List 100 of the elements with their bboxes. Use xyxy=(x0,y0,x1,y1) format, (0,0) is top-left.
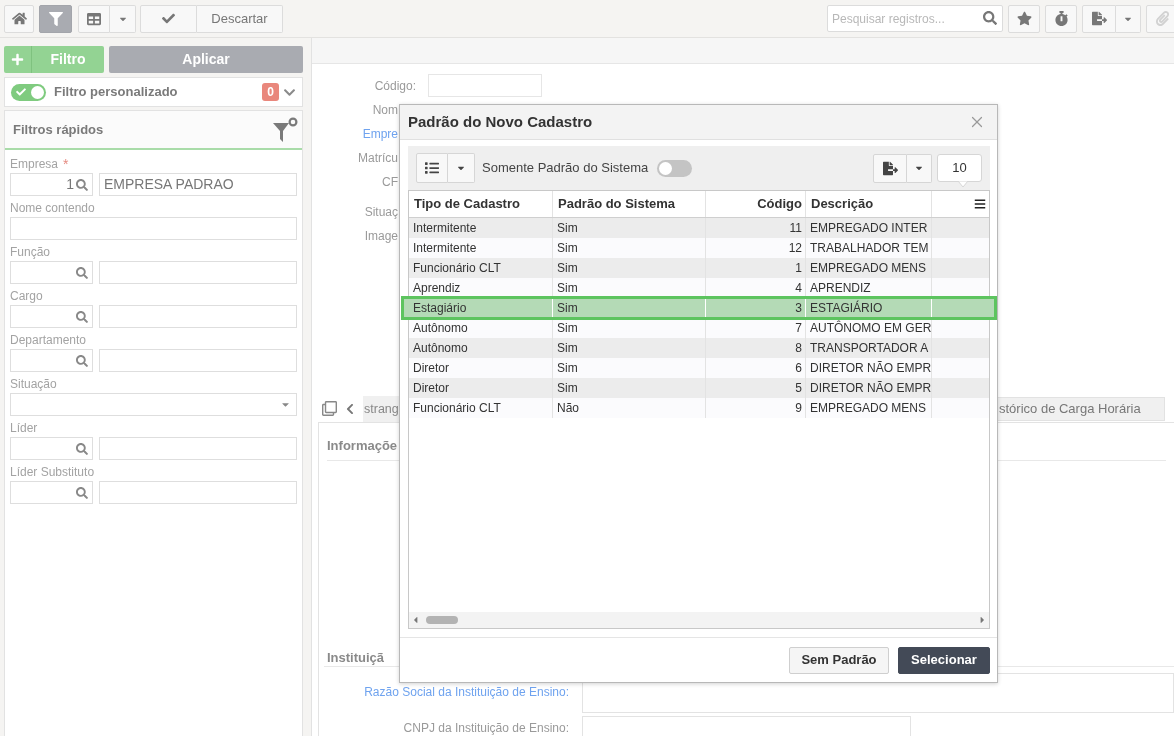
input-field[interactable] xyxy=(428,74,542,97)
input-field[interactable] xyxy=(10,217,297,240)
description-field[interactable] xyxy=(99,437,297,460)
dialog-title: Padrão do Novo Cadastro xyxy=(408,111,593,132)
table-row[interactable]: Autônomo Sim 8 TRANSPORTADOR A xyxy=(409,338,989,358)
table-row[interactable]: Intermitente Sim 12 TRABALHADOR TEM xyxy=(409,238,989,258)
table-cell: EMPREGADO MENS xyxy=(806,398,932,418)
list-icon xyxy=(425,161,439,175)
field-label: Código: xyxy=(373,77,416,95)
page-size-field[interactable]: 10 xyxy=(937,154,982,182)
horizontal-scrollbar[interactable] xyxy=(409,612,989,628)
code-field[interactable] xyxy=(10,437,93,460)
code-field[interactable] xyxy=(10,481,93,504)
funnel-gear-icon[interactable] xyxy=(272,116,298,143)
field-label: Empre xyxy=(362,126,398,143)
table-cell: 9 xyxy=(706,398,806,418)
table-cell: 3 xyxy=(706,299,806,317)
code-field[interactable]: 1 xyxy=(10,173,93,196)
file-export-icon xyxy=(882,160,898,176)
search-icon xyxy=(76,486,88,499)
table-cell: Sim xyxy=(553,299,706,317)
search-icon xyxy=(76,310,88,323)
code-field[interactable] xyxy=(10,349,93,372)
section-title: Instituiçã xyxy=(327,650,385,665)
table-view-button[interactable] xyxy=(78,4,110,33)
column-header[interactable]: Padrão do Sistema xyxy=(553,191,706,217)
table-row[interactable]: Autônomo Sim 7 AUTÔNOMO EM GER xyxy=(409,318,989,338)
field-label: Situação xyxy=(10,376,57,392)
table-cell: Não xyxy=(553,398,706,418)
column-header[interactable]: Tipo de Cadastro xyxy=(409,191,553,217)
field-label: Nom xyxy=(372,102,398,119)
description-field[interactable] xyxy=(99,261,297,284)
search-icon xyxy=(76,178,88,191)
table-row[interactable]: Aprendiz Sim 4 APRENDIZ xyxy=(409,278,989,298)
home-icon xyxy=(11,11,27,26)
scrollbar-thumb[interactable] xyxy=(426,616,458,624)
field-label: Razão Social da Instituição de Ensino: xyxy=(363,686,569,698)
search-icon[interactable] xyxy=(983,11,997,25)
section-title: Filtros rápidos xyxy=(13,120,104,139)
required-mark: * xyxy=(63,157,69,171)
scroll-left-icon[interactable] xyxy=(411,615,420,625)
search-field[interactable]: Pesquisar registros... xyxy=(827,5,1003,32)
discard-button[interactable]: Descartar xyxy=(197,4,283,33)
export-button[interactable] xyxy=(873,153,907,183)
confirm-button[interactable] xyxy=(140,4,197,33)
search-icon xyxy=(76,354,88,367)
field-label: Empresa xyxy=(10,156,59,172)
code-field[interactable] xyxy=(10,261,93,284)
star-icon xyxy=(1016,11,1032,26)
field-label: Líder Substituto xyxy=(10,464,95,480)
table-icon xyxy=(87,11,101,26)
custom-filter-label: Filtro personalizado xyxy=(54,83,178,102)
section-title: Informaçõe xyxy=(327,438,398,453)
paperclip-icon xyxy=(1154,11,1170,26)
file-export-icon xyxy=(1091,11,1107,26)
field-label: Departamento xyxy=(10,332,87,348)
toggle-switch[interactable] xyxy=(11,83,46,101)
input-field[interactable] xyxy=(582,716,911,736)
table-row[interactable]: Funcionário CLT Sim 1 EMPREGADO MENS xyxy=(409,258,989,278)
scroll-right-icon[interactable] xyxy=(978,615,987,625)
column-menu-icon[interactable] xyxy=(974,198,986,210)
field-label: Líder xyxy=(10,420,38,436)
table-cell: Funcionário CLT xyxy=(409,398,553,418)
column-header[interactable]: Descrição xyxy=(806,191,932,217)
field-label: CF xyxy=(382,174,398,191)
check-icon xyxy=(162,12,175,25)
table-row[interactable]: Estagiário Sim 3 ESTAGIÁRIO xyxy=(401,296,997,320)
timer-button[interactable] xyxy=(1045,4,1077,33)
table-row[interactable]: Diretor Sim 6 DIRETOR NÃO EMPR xyxy=(409,358,989,378)
stopwatch-icon xyxy=(1053,11,1069,26)
select-button[interactable]: Selecionar xyxy=(898,646,990,674)
select-field[interactable] xyxy=(10,393,297,416)
plus-icon xyxy=(11,53,24,66)
tab[interactable]: stórico de Carga Horária xyxy=(998,397,1165,421)
toggle-label: Somente Padrão do Sistema xyxy=(482,159,649,178)
secondary-button[interactable]: Sem Padrão xyxy=(789,646,889,674)
home-button[interactable] xyxy=(4,4,34,33)
favorite-button[interactable] xyxy=(1008,4,1040,33)
funnel-icon xyxy=(48,11,63,26)
description-field[interactable] xyxy=(99,481,297,504)
copy-icon[interactable] xyxy=(322,401,337,416)
chevron-left-icon[interactable] xyxy=(345,403,355,415)
table-cell: Estagiário xyxy=(409,299,553,317)
code-field[interactable] xyxy=(10,305,93,328)
callout-tail-icon xyxy=(958,181,968,188)
column-header[interactable]: Código xyxy=(706,191,806,217)
table-row[interactable]: Diretor Sim 5 DIRETOR NÃO EMPR xyxy=(409,378,989,398)
field-label: Nome contendo xyxy=(10,200,95,216)
table-row[interactable]: Intermitente Sim 11 EMPREGADO INTER xyxy=(409,218,989,238)
table-row[interactable]: Funcionário CLT Não 9 EMPREGADO MENS xyxy=(409,398,989,418)
field-label: Matrícu xyxy=(358,150,398,167)
filter-button[interactable] xyxy=(39,4,72,33)
export-button[interactable] xyxy=(1082,4,1116,33)
search-icon xyxy=(76,266,88,279)
toggle-switch[interactable] xyxy=(657,159,693,177)
description-field[interactable]: EMPRESA PADRAO xyxy=(99,173,297,196)
list-view-button[interactable] xyxy=(416,153,448,183)
description-field[interactable] xyxy=(99,305,297,328)
description-field[interactable] xyxy=(99,349,297,372)
table-cell: ESTAGIÁRIO xyxy=(806,299,932,317)
